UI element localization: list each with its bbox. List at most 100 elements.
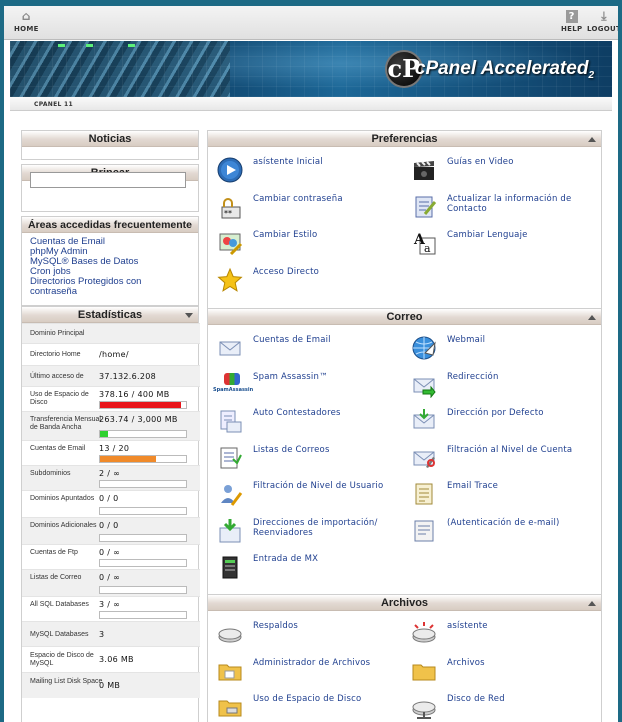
frequent-links: Cuentas de Email phpMy Admin MySQL® Base…: [22, 233, 198, 297]
jump-panel: Brincar: [21, 164, 199, 212]
svg-text:a: a: [424, 242, 431, 255]
logo-text: cPanel Accelerated: [414, 57, 589, 79]
autoresponder-icon: [217, 408, 243, 434]
stat-label: Dominios Apuntados: [30, 495, 95, 502]
collapse-arrow-icon[interactable]: [185, 313, 193, 318]
feature-account-filter[interactable]: Filtración al Nivel de Cuenta: [411, 443, 601, 475]
jump-search-input[interactable]: [30, 172, 186, 188]
usage-bar-fill: [100, 456, 156, 462]
stats-title: Estadísticas: [22, 307, 198, 323]
feature-language[interactable]: Aa Cambiar Lenguaje: [411, 228, 601, 260]
feature-label: Filtración al Nivel de Cuenta: [447, 444, 573, 455]
cpanel-window: ⌂ HOME ? HELP ⤓ LOGOUT cP cPanel Acceler…: [4, 6, 618, 722]
stat-row: Cuentas de Ftp 0 / ∞: [22, 544, 200, 569]
collapse-arrow-icon[interactable]: [588, 601, 596, 606]
home-nav[interactable]: ⌂ HOME: [14, 10, 39, 34]
language-icon: Aa: [411, 230, 437, 256]
feature-label: Guías en Video: [447, 157, 514, 167]
feature-disk-usage[interactable]: Uso de Espacio de Disco: [217, 692, 407, 722]
feature-network-disk[interactable]: Disco de Red: [411, 692, 601, 722]
feature-import-addresses[interactable]: Direcciones de importación/ Reenviadores: [217, 516, 407, 548]
mail-panel: Correo Cuentas de Email Webmail SpamAssass…: [207, 308, 602, 595]
feature-star[interactable]: Acceso Directo: [217, 265, 407, 297]
logo-sub: 2: [588, 69, 594, 81]
feature-email-auth[interactable]: (Autenticación de e-mail): [411, 516, 601, 548]
top-navigation-bar: ⌂ HOME ? HELP ⤓ LOGOUT: [4, 6, 618, 40]
stat-row: Dominios Apuntados 0 / 0: [22, 490, 200, 517]
feature-folder[interactable]: Archivos: [411, 656, 601, 688]
feature-forward-mail[interactable]: Redirección: [411, 370, 601, 402]
news-title: Noticias: [22, 131, 198, 147]
feature-label: Actualizar la información de Contacto: [447, 193, 572, 214]
stat-value: 0 MB: [99, 681, 121, 690]
stat-value: 37.132.6.208: [99, 371, 157, 381]
usage-bar: [99, 534, 187, 542]
stat-row: Subdominios 2 / ∞: [22, 465, 200, 490]
stat-value: /home/: [99, 350, 129, 359]
feature-label: Dirección por Defecto: [447, 408, 544, 418]
logout-nav[interactable]: ⤓ LOGOUT: [587, 10, 618, 34]
stat-label: Espacio de Disco de MySQL: [30, 652, 94, 667]
feature-default-address[interactable]: Dirección por Defecto: [411, 406, 601, 438]
mailing-list-icon: [217, 445, 243, 471]
feature-contact-form[interactable]: Actualizar la información de Contacto: [411, 192, 601, 224]
feature-lock-password[interactable]: ** Cambiar contraseña: [217, 192, 407, 224]
stat-row: Dominio Principal: [22, 323, 200, 343]
stat-value: 0 / ∞: [99, 548, 121, 557]
feature-play[interactable]: asístente Inicial: [217, 155, 407, 187]
feature-webmail-globe[interactable]: Webmail: [411, 333, 601, 365]
mx-entry-icon: [217, 554, 243, 580]
feature-label: Archivos: [447, 657, 485, 668]
stat-label: Último acceso de: [30, 372, 84, 380]
feature-email-trace[interactable]: Email Trace: [411, 479, 601, 511]
forward-mail-icon: [411, 372, 437, 398]
preferences-panel: Preferencias asístente Inicial Guías en V…: [207, 130, 602, 309]
stat-row: Dominios Adicionales 0 / 0: [22, 517, 200, 544]
stat-row: Cuentas de Email 13 / 20: [22, 440, 200, 465]
feature-palette[interactable]: Cambiar Estilo: [217, 228, 407, 260]
feature-spamassassin[interactable]: SpamAssassin Spam Assassin™: [213, 370, 407, 402]
feature-clapperboard[interactable]: Guías en Video: [411, 155, 601, 187]
feature-label: Administrador de Archivos: [253, 657, 371, 668]
stat-label: Dominios Adicionales: [30, 522, 97, 529]
feature-label: Spam Assassin™: [253, 371, 328, 382]
feature-label: Email Trace: [447, 481, 499, 491]
contact-form-icon: [411, 194, 437, 220]
feature-user-filter[interactable]: Filtración de Nivel de Usuario: [217, 479, 407, 511]
help-nav[interactable]: ? HELP: [561, 10, 582, 33]
usage-bar: [99, 455, 187, 463]
feature-backup-drive[interactable]: Respaldos: [217, 619, 407, 651]
stat-label: All SQL Databases: [30, 601, 89, 608]
feature-mx-entry[interactable]: Entrada de MX: [217, 552, 407, 584]
svg-text:**: **: [224, 209, 232, 218]
stat-label: Uso de Espacio de Disco: [30, 391, 89, 406]
cpanel-logo: cP cPanel Accelerated2: [384, 49, 594, 89]
frequent-link-protected-directories[interactable]: Directorios Protegidos con contraseña: [22, 277, 182, 297]
feature-mailing-list[interactable]: Listas de Correos: [217, 443, 407, 475]
feature-label: Direcciones de importación/ Reenviadores: [253, 517, 378, 538]
frequent-title: Áreas accedidas frecuentemente: [22, 217, 198, 233]
feature-label: Respaldos: [253, 621, 298, 631]
feature-envelope[interactable]: Cuentas de Email: [217, 333, 407, 365]
collapse-arrow-icon[interactable]: [588, 315, 596, 320]
stat-label: Transferencia Mensual de Banda Ancha: [30, 416, 101, 431]
stat-label: Directorio Home: [30, 351, 81, 358]
collapse-arrow-icon[interactable]: [588, 137, 596, 142]
feature-label: Acceso Directo: [253, 266, 320, 277]
stat-row: Espacio de Disco de MySQL 3.06 MB: [22, 646, 200, 672]
feature-file-manager-folder[interactable]: Administrador de Archivos: [217, 656, 407, 688]
stat-label: Dominio Principal: [30, 330, 85, 337]
preferences-title: Preferencias: [208, 131, 601, 147]
stat-row: All SQL Databases 3 / ∞: [22, 596, 200, 621]
stat-label: Cuentas de Ftp: [30, 549, 78, 556]
feature-backup-wizard[interactable]: asístente: [411, 619, 601, 651]
feature-autoresponder[interactable]: Auto Contestadores: [217, 406, 407, 438]
stat-label: Mailing List Disk Space: [30, 678, 103, 685]
feature-label: Cambiar contraseña: [253, 193, 343, 204]
feature-label: Cambiar Lenguaje: [447, 230, 528, 240]
frequent-areas-panel: Áreas accedidas frecuentemente Cuentas d…: [21, 216, 199, 306]
feature-label: Auto Contestadores: [253, 408, 341, 418]
feature-label: Disco de Red: [447, 694, 505, 704]
help-icon: ?: [565, 10, 578, 23]
spamassassin-icon: SpamAssassin: [213, 372, 253, 398]
